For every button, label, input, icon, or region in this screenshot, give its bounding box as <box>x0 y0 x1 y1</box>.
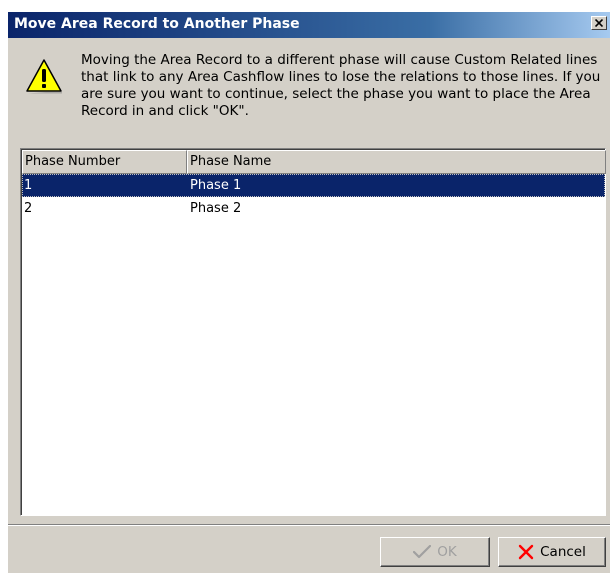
button-bar: OK Cancel <box>8 524 610 574</box>
phase-name-cell: Phase 2 <box>190 201 242 216</box>
phase-name-cell: Phase 1 <box>190 178 242 193</box>
phase-number-cell: 1 <box>24 178 33 193</box>
ok-button[interactable]: OK <box>380 537 490 567</box>
phase-number-cell: 2 <box>24 201 33 216</box>
title-bar[interactable]: Move Area Record to Another Phase <box>8 12 610 38</box>
dialog-title: Move Area Record to Another Phase <box>14 16 300 32</box>
close-icon <box>595 19 603 27</box>
cancel-button-label: Cancel <box>540 544 586 560</box>
phase-table[interactable]: Phase Number Phase Name 1 Phase 1 2 Phas… <box>20 148 606 516</box>
ok-button-label: OK <box>437 544 457 560</box>
message-area: Moving the Area Record to a different ph… <box>8 38 610 146</box>
column-header-phase-number[interactable]: Phase Number <box>22 150 187 174</box>
cancel-button[interactable]: Cancel <box>498 537 606 567</box>
move-area-record-dialog: Move Area Record to Another Phase Moving… <box>8 12 610 573</box>
close-button[interactable] <box>591 16 607 30</box>
table-row[interactable]: 1 Phase 1 <box>22 174 605 197</box>
cancel-x-icon <box>518 544 534 560</box>
table-body: 1 Phase 1 2 Phase 2 <box>22 174 605 220</box>
warning-message: Moving the Area Record to a different ph… <box>81 52 601 119</box>
table-row[interactable]: 2 Phase 2 <box>22 197 605 220</box>
table-header: Phase Number Phase Name <box>22 150 606 174</box>
checkmark-icon <box>413 545 432 559</box>
warning-icon <box>26 59 62 94</box>
column-header-phase-name[interactable]: Phase Name <box>187 150 606 174</box>
